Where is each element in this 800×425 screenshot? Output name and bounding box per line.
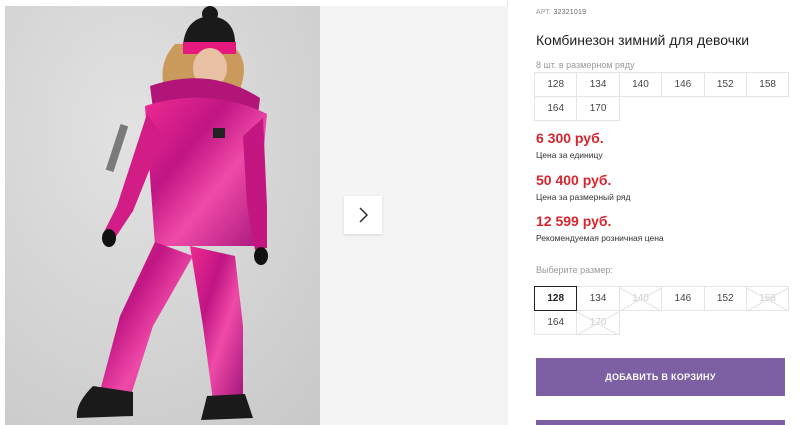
article-value: 32321019 — [553, 9, 587, 16]
size-row-caption: 8 шт. в размерном ряду — [536, 60, 635, 70]
retail-price: 12 599 руб. — [536, 213, 612, 229]
size-option-128[interactable]: 128 — [534, 286, 578, 311]
product-photo[interactable] — [5, 6, 320, 425]
retail-price-note: Рекомендуемая розничная цена — [536, 233, 664, 243]
product-photo-illustration — [5, 6, 320, 425]
secondary-action-button[interactable] — [536, 420, 785, 425]
size-option-152[interactable]: 152 — [703, 286, 747, 311]
size-option-164[interactable]: 164 — [534, 310, 578, 335]
size-row-cell: 134 — [576, 72, 620, 97]
select-size-caption: Выберите размер: — [536, 265, 613, 275]
size-row-cell: 170 — [576, 96, 620, 121]
add-to-cart-button[interactable]: ДОБАВИТЬ В КОРЗИНУ — [536, 358, 785, 396]
size-option-170-unavailable: 170 — [576, 310, 620, 335]
size-row-cell: 128 — [534, 72, 578, 97]
size-row-cell: 152 — [703, 72, 747, 97]
size-row-cell: 146 — [661, 72, 705, 97]
size-row-cell: 158 — [745, 72, 790, 97]
article-number: АРТ. 32321019 — [536, 9, 586, 16]
article-label: АРТ. — [536, 9, 552, 16]
size-selector: 128 134 140 146 152 158 164 170 — [534, 286, 790, 335]
product-info: АРТ. 32321019 Комбинезон зимний для дево… — [534, 0, 800, 425]
unit-price: 6 300 руб. — [536, 130, 604, 146]
size-option-146[interactable]: 146 — [661, 286, 705, 311]
size-row-cell: 164 — [534, 96, 578, 121]
size-row-cell: 140 — [618, 72, 663, 97]
size-row-grid: 128 134 140 146 152 158 164 170 — [534, 72, 790, 121]
size-row-price: 50 400 руб. — [536, 172, 612, 188]
unit-price-note: Цена за единицу — [536, 150, 603, 160]
product-gallery — [0, 0, 508, 425]
gallery-next-button[interactable] — [344, 196, 382, 234]
size-row-price-note: Цена за размерный ряд — [536, 192, 631, 202]
product-title: Комбинезон зимний для девочки — [536, 32, 750, 48]
size-option-158-unavailable: 158 — [745, 286, 790, 311]
chevron-right-icon — [359, 207, 368, 223]
size-option-134[interactable]: 134 — [576, 286, 620, 311]
size-option-140-unavailable: 140 — [618, 286, 663, 311]
